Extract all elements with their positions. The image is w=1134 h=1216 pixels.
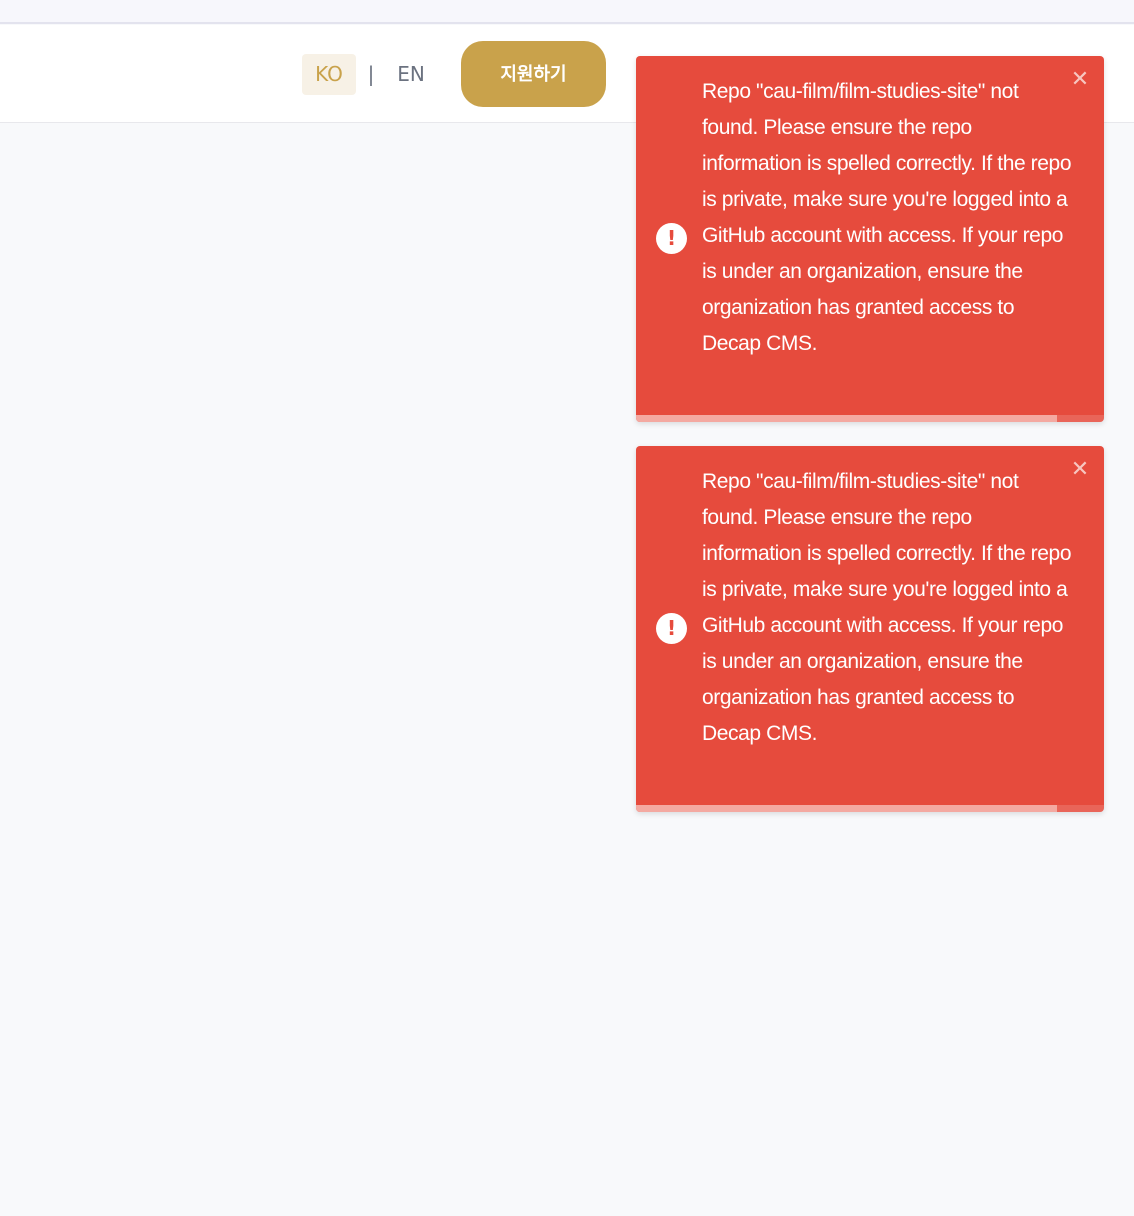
error-icon: !: [656, 613, 687, 644]
apply-button[interactable]: 지원하기: [461, 41, 606, 107]
close-icon[interactable]: ✕: [1068, 68, 1092, 92]
toast-progress-bar: [636, 805, 1058, 812]
error-icon: !: [656, 223, 687, 254]
error-toast: ! Repo "cau-film/film-studies-site" not …: [636, 446, 1104, 812]
close-icon[interactable]: ✕: [1068, 458, 1092, 482]
language-en-button[interactable]: EN: [388, 54, 434, 95]
error-toast: ! Repo "cau-film/film-studies-site" not …: [636, 56, 1104, 422]
toast-progress-track: [636, 415, 1104, 422]
language-separator: |: [367, 62, 375, 86]
toast-message: Repo "cau-film/film-studies-site" not fo…: [702, 470, 1072, 745]
toast-progress-track: [636, 805, 1104, 812]
language-ko-button[interactable]: KO: [302, 54, 356, 95]
toast-message: Repo "cau-film/film-studies-site" not fo…: [702, 80, 1072, 355]
browser-top-strip: [0, 0, 1134, 24]
toast-progress-bar: [636, 415, 1058, 422]
